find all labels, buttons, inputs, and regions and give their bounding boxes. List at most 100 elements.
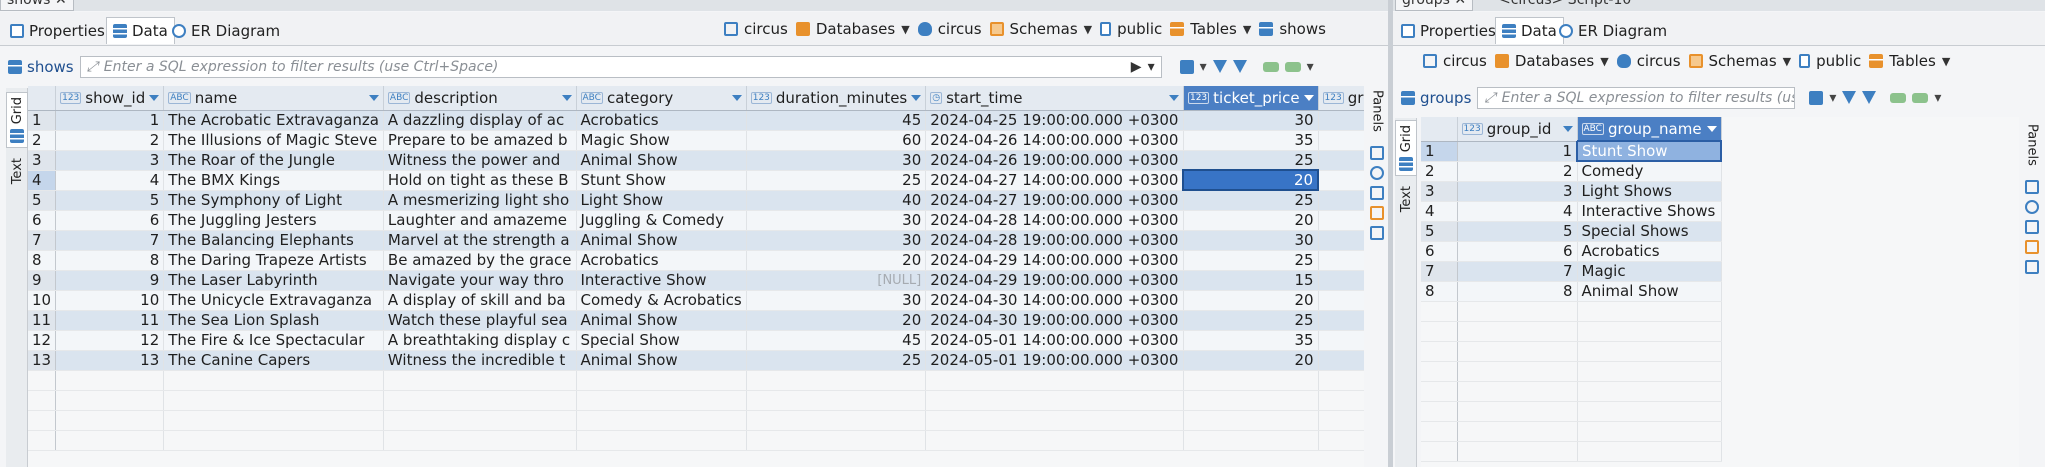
cell-group-name[interactable]: Comedy bbox=[1577, 161, 1722, 182]
cell-group-id[interactable]: 8 bbox=[1318, 310, 1364, 331]
cell-ticket-price[interactable]: 30 bbox=[1183, 110, 1319, 131]
results-grid[interactable]: 123 show_id ABC name ABC description ABC catego… bbox=[28, 86, 1364, 467]
cell-description[interactable]: Laughter and amazeme bbox=[383, 210, 577, 231]
close-icon[interactable]: ✕ bbox=[55, 0, 67, 8]
column-header-description[interactable]: ABC description bbox=[383, 86, 577, 111]
breadcrumb-schemas[interactable]: Schemas ▼ bbox=[989, 20, 1092, 38]
expand-icon[interactable]: ⤢ bbox=[1484, 90, 1495, 106]
table-row[interactable]: 12 12 The Fire & Ice Spectacular A breathta… bbox=[28, 330, 1364, 351]
row-number[interactable]: 7 bbox=[1421, 261, 1458, 282]
cell-start-time[interactable]: 2024-04-26 14:00:00.000 +0300 bbox=[925, 130, 1184, 151]
cell-duration-minutes[interactable]: 20 bbox=[746, 310, 927, 331]
table-row[interactable]: 6 6 Acrobatics bbox=[1421, 241, 1722, 262]
cell-category[interactable]: Light Show bbox=[576, 190, 747, 211]
sort-arrow-icon[interactable] bbox=[149, 94, 160, 101]
cell-ticket-price[interactable]: 25 bbox=[1183, 190, 1319, 211]
table-row[interactable]: 5 5 Special Shows bbox=[1421, 221, 1722, 242]
cell-start-time[interactable]: 2024-04-25 19:00:00.000 +0300 bbox=[925, 110, 1184, 131]
cell-duration-minutes[interactable]: [NULL] bbox=[746, 270, 927, 291]
row-number[interactable]: 2 bbox=[1421, 161, 1458, 182]
cell-ticket-price[interactable]: 35 bbox=[1183, 330, 1319, 351]
table-row[interactable]: 11 11 The Sea Lion Splash Watch these playf… bbox=[28, 310, 1364, 331]
chevron-down-icon[interactable]: ▾ bbox=[1934, 90, 1941, 106]
cell-description[interactable]: Witness the power and bbox=[383, 150, 577, 171]
cell-group-name[interactable]: Stunt Show bbox=[1576, 140, 1722, 162]
back-arrow-icon[interactable] bbox=[1890, 92, 1907, 103]
chevron-down-icon[interactable]: ▼ bbox=[1084, 23, 1092, 36]
column-header-group-name[interactable]: ABC group_name bbox=[1577, 117, 1722, 142]
cell-duration-minutes[interactable]: 25 bbox=[746, 170, 927, 191]
panels-label[interactable]: Panels bbox=[1370, 90, 1385, 132]
cell-name[interactable]: The Laser Labyrinth bbox=[163, 270, 384, 291]
cell-category[interactable]: Juggling & Comedy bbox=[576, 210, 747, 231]
tab-er-diagram[interactable]: ER Diagram bbox=[1553, 17, 1673, 44]
cell-start-time[interactable]: 2024-04-29 14:00:00.000 +0300 bbox=[925, 250, 1184, 271]
table-row[interactable]: 1 1 The Acrobatic Extravaganza A dazzling d… bbox=[28, 110, 1364, 131]
cell-ticket-price[interactable]: 25 bbox=[1183, 150, 1319, 171]
value-panel-icon[interactable] bbox=[1370, 165, 1384, 180]
row-number[interactable]: 4 bbox=[28, 170, 57, 191]
cell-duration-minutes[interactable]: 30 bbox=[746, 210, 927, 231]
cell-group-id[interactable]: 7 bbox=[1457, 261, 1578, 282]
cell-group-id[interactable]: 3 bbox=[1457, 181, 1578, 202]
cell-group-id[interactable]: 8 bbox=[1457, 281, 1578, 302]
cell-duration-minutes[interactable]: 25 bbox=[746, 350, 927, 371]
tab-grid[interactable]: Grid bbox=[1395, 120, 1417, 176]
cell-ticket-price[interactable]: 15 bbox=[1183, 270, 1319, 291]
breadcrumb-table[interactable]: shows bbox=[1259, 20, 1326, 38]
row-number[interactable]: 6 bbox=[1421, 241, 1458, 262]
cell-ticket-price[interactable]: 25 bbox=[1183, 250, 1319, 271]
forward-arrow-icon[interactable] bbox=[1284, 61, 1301, 72]
row-number[interactable]: 9 bbox=[28, 270, 57, 291]
cell-name[interactable]: The Daring Trapeze Artists bbox=[163, 250, 384, 271]
cell-start-time[interactable]: 2024-04-26 19:00:00.000 +0300 bbox=[925, 150, 1184, 171]
tab-grid[interactable]: Grid bbox=[6, 92, 28, 148]
tab-data[interactable]: Data bbox=[106, 17, 175, 44]
cell-group-id[interactable]: 5 bbox=[1457, 221, 1578, 242]
cell-ticket-price[interactable]: 20 bbox=[1183, 350, 1319, 371]
chevron-down-icon[interactable]: ▼ bbox=[901, 23, 909, 36]
cell-group-name[interactable]: Light Shows bbox=[1577, 181, 1722, 202]
breadcrumb-database[interactable]: circus bbox=[1616, 52, 1681, 70]
close-icon[interactable]: ✕ bbox=[1454, 0, 1466, 8]
cell-group-id[interactable]: 8 bbox=[1318, 150, 1364, 171]
chevron-down-icon[interactable]: ▼ bbox=[1600, 55, 1608, 68]
tab-text[interactable]: Text bbox=[6, 154, 28, 210]
cell-group-id[interactable]: 6 bbox=[1457, 241, 1578, 262]
cell-show-id[interactable]: 11 bbox=[55, 310, 165, 331]
row-number[interactable]: 1 bbox=[1421, 141, 1458, 162]
row-number[interactable]: 8 bbox=[28, 250, 57, 271]
table-row[interactable]: 1 1 Stunt Show bbox=[1421, 140, 1722, 162]
breadcrumb-schemas[interactable]: Schemas ▼ bbox=[1688, 52, 1791, 70]
forward-arrow-icon[interactable] bbox=[1912, 92, 1929, 103]
column-header-category[interactable]: ABC category bbox=[576, 86, 747, 111]
row-number[interactable]: 11 bbox=[28, 310, 57, 331]
cell-description[interactable]: A display of skill and ba bbox=[383, 290, 577, 311]
cell-description[interactable]: Be amazed by the grace bbox=[383, 250, 577, 271]
row-number[interactable]: 10 bbox=[28, 290, 57, 311]
breadcrumb-schema[interactable]: public bbox=[1799, 52, 1861, 70]
play-icon[interactable]: ▶ bbox=[1131, 59, 1142, 75]
column-header-name[interactable]: ABC name bbox=[163, 86, 384, 111]
cell-duration-minutes[interactable]: 45 bbox=[746, 330, 927, 351]
cell-group-id[interactable]: [NULL] bbox=[1318, 190, 1364, 211]
sort-arrow-icon[interactable] bbox=[1706, 125, 1717, 132]
cell-show-id[interactable]: 9 bbox=[55, 270, 165, 291]
row-number[interactable]: 2 bbox=[28, 130, 57, 151]
tab-er-diagram[interactable]: ER Diagram bbox=[166, 17, 286, 44]
cell-start-time[interactable]: 2024-04-30 14:00:00.000 +0300 bbox=[925, 290, 1184, 311]
cell-group-id[interactable]: [NULL] bbox=[1318, 270, 1364, 291]
breadcrumb-schema[interactable]: public bbox=[1100, 20, 1162, 38]
filter-settings-icon[interactable] bbox=[1842, 91, 1857, 104]
table-row[interactable]: 10 10 The Unicycle Extravaganza A display o… bbox=[28, 290, 1364, 311]
row-number[interactable]: 1 bbox=[28, 110, 57, 131]
chevron-down-icon[interactable]: ▾ bbox=[1307, 59, 1314, 75]
cell-description[interactable]: A dazzling display of ac bbox=[383, 110, 577, 131]
cell-category[interactable]: Interactive Show bbox=[576, 270, 747, 291]
tab-properties[interactable]: Properties bbox=[1395, 17, 1502, 44]
cell-description[interactable]: Witness the incredible t bbox=[383, 350, 577, 371]
cell-show-id[interactable]: 8 bbox=[55, 250, 165, 271]
table-row[interactable]: 2 2 The Illusions of Magic Steve Prepare to… bbox=[28, 130, 1364, 151]
breadcrumb-tables[interactable]: Tables ▼ bbox=[1869, 52, 1950, 70]
aggregate-panel-icon[interactable] bbox=[2025, 219, 2039, 234]
